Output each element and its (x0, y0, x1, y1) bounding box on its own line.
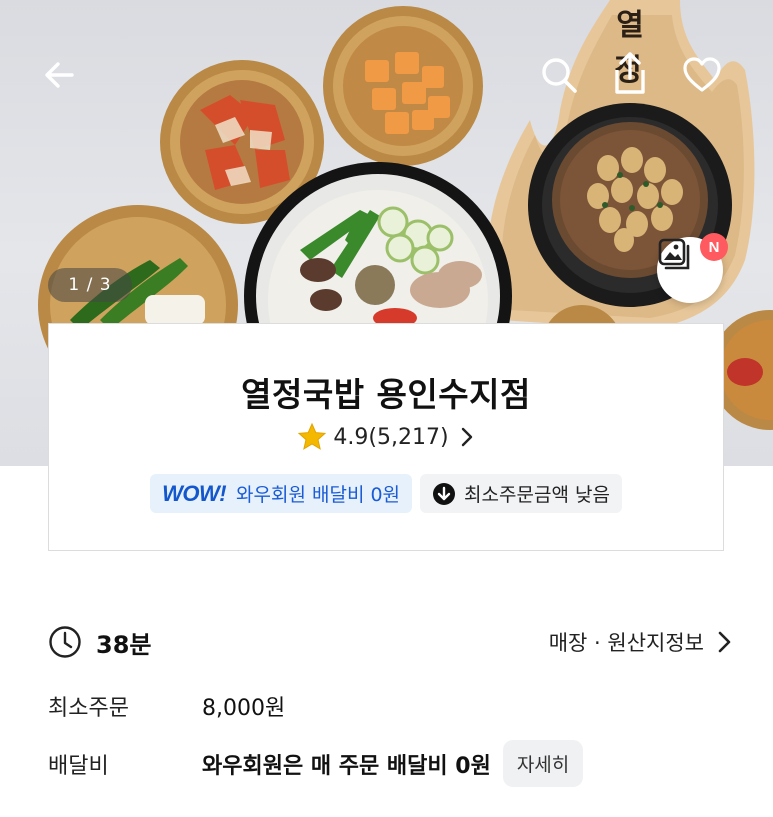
min-order-chip-text: 최소주문금액 낮음 (464, 484, 610, 506)
chevron-right-icon (718, 631, 731, 653)
delivery-fee-value: 와우회원은 매 주문 배달비 0원 (202, 753, 491, 779)
benefit-chips: WOW! 와우회원 배달비 0원 최소주문금액 낮음 (49, 474, 723, 513)
board-lettering: 열 (616, 8, 644, 43)
min-order-value: 8,000원 (202, 696, 286, 721)
min-order-label: 최소주문 (48, 696, 129, 721)
search-icon (542, 58, 577, 93)
star-icon (298, 422, 327, 450)
fee-detail-button[interactable]: 자세히 (502, 740, 584, 787)
wow-chip[interactable]: WOW! 와우회원 배달비 0원 (150, 474, 413, 513)
heart-icon (683, 57, 721, 92)
favorite-button[interactable] (682, 56, 726, 98)
review-count: (5,217) (368, 424, 449, 450)
store-info-link-label: 매장 · 원산지정보 (548, 631, 704, 655)
rating-link[interactable]: 4.9 (5,217) (49, 422, 723, 452)
store-info-link[interactable]: 매장 · 원산지정보 (549, 627, 732, 657)
share-button[interactable] (609, 50, 653, 98)
rating-value: 4.9 (333, 424, 369, 450)
wow-chip-text: 와우회원 배달비 0원 (236, 484, 401, 506)
min-order-chip[interactable]: 최소주문금액 낮음 (420, 474, 622, 513)
store-name: 열정국밥 용인수지점 (241, 375, 531, 414)
delivery-fee-row: 배달비 와우회원은 매 주문 배달비 0원 자세히 (48, 740, 584, 787)
wow-logo: WOW! (162, 480, 227, 506)
search-button[interactable] (539, 55, 583, 99)
delivery-fee-label: 배달비 (48, 753, 109, 779)
share-icon (615, 52, 645, 94)
min-order-row: 최소주문 8,000원 (48, 690, 285, 722)
back-arrow-icon (45, 62, 74, 88)
new-badge: N (700, 233, 728, 261)
chevron-right-icon (461, 427, 472, 447)
gallery-icon (658, 238, 690, 270)
arrow-down-circle-icon (433, 482, 456, 505)
back-button[interactable] (42, 58, 82, 98)
delivery-time: 38분 (96, 630, 152, 659)
store-card: 열정국밥 용인수지점 4.9 (5,217) WOW! 와우회원 배달비 0원 최… (48, 323, 724, 551)
delivery-time-row: 38분 매장 · 원산지정보 (48, 620, 732, 664)
clock-icon (49, 626, 81, 658)
image-counter: 1 / 3 (48, 268, 132, 302)
